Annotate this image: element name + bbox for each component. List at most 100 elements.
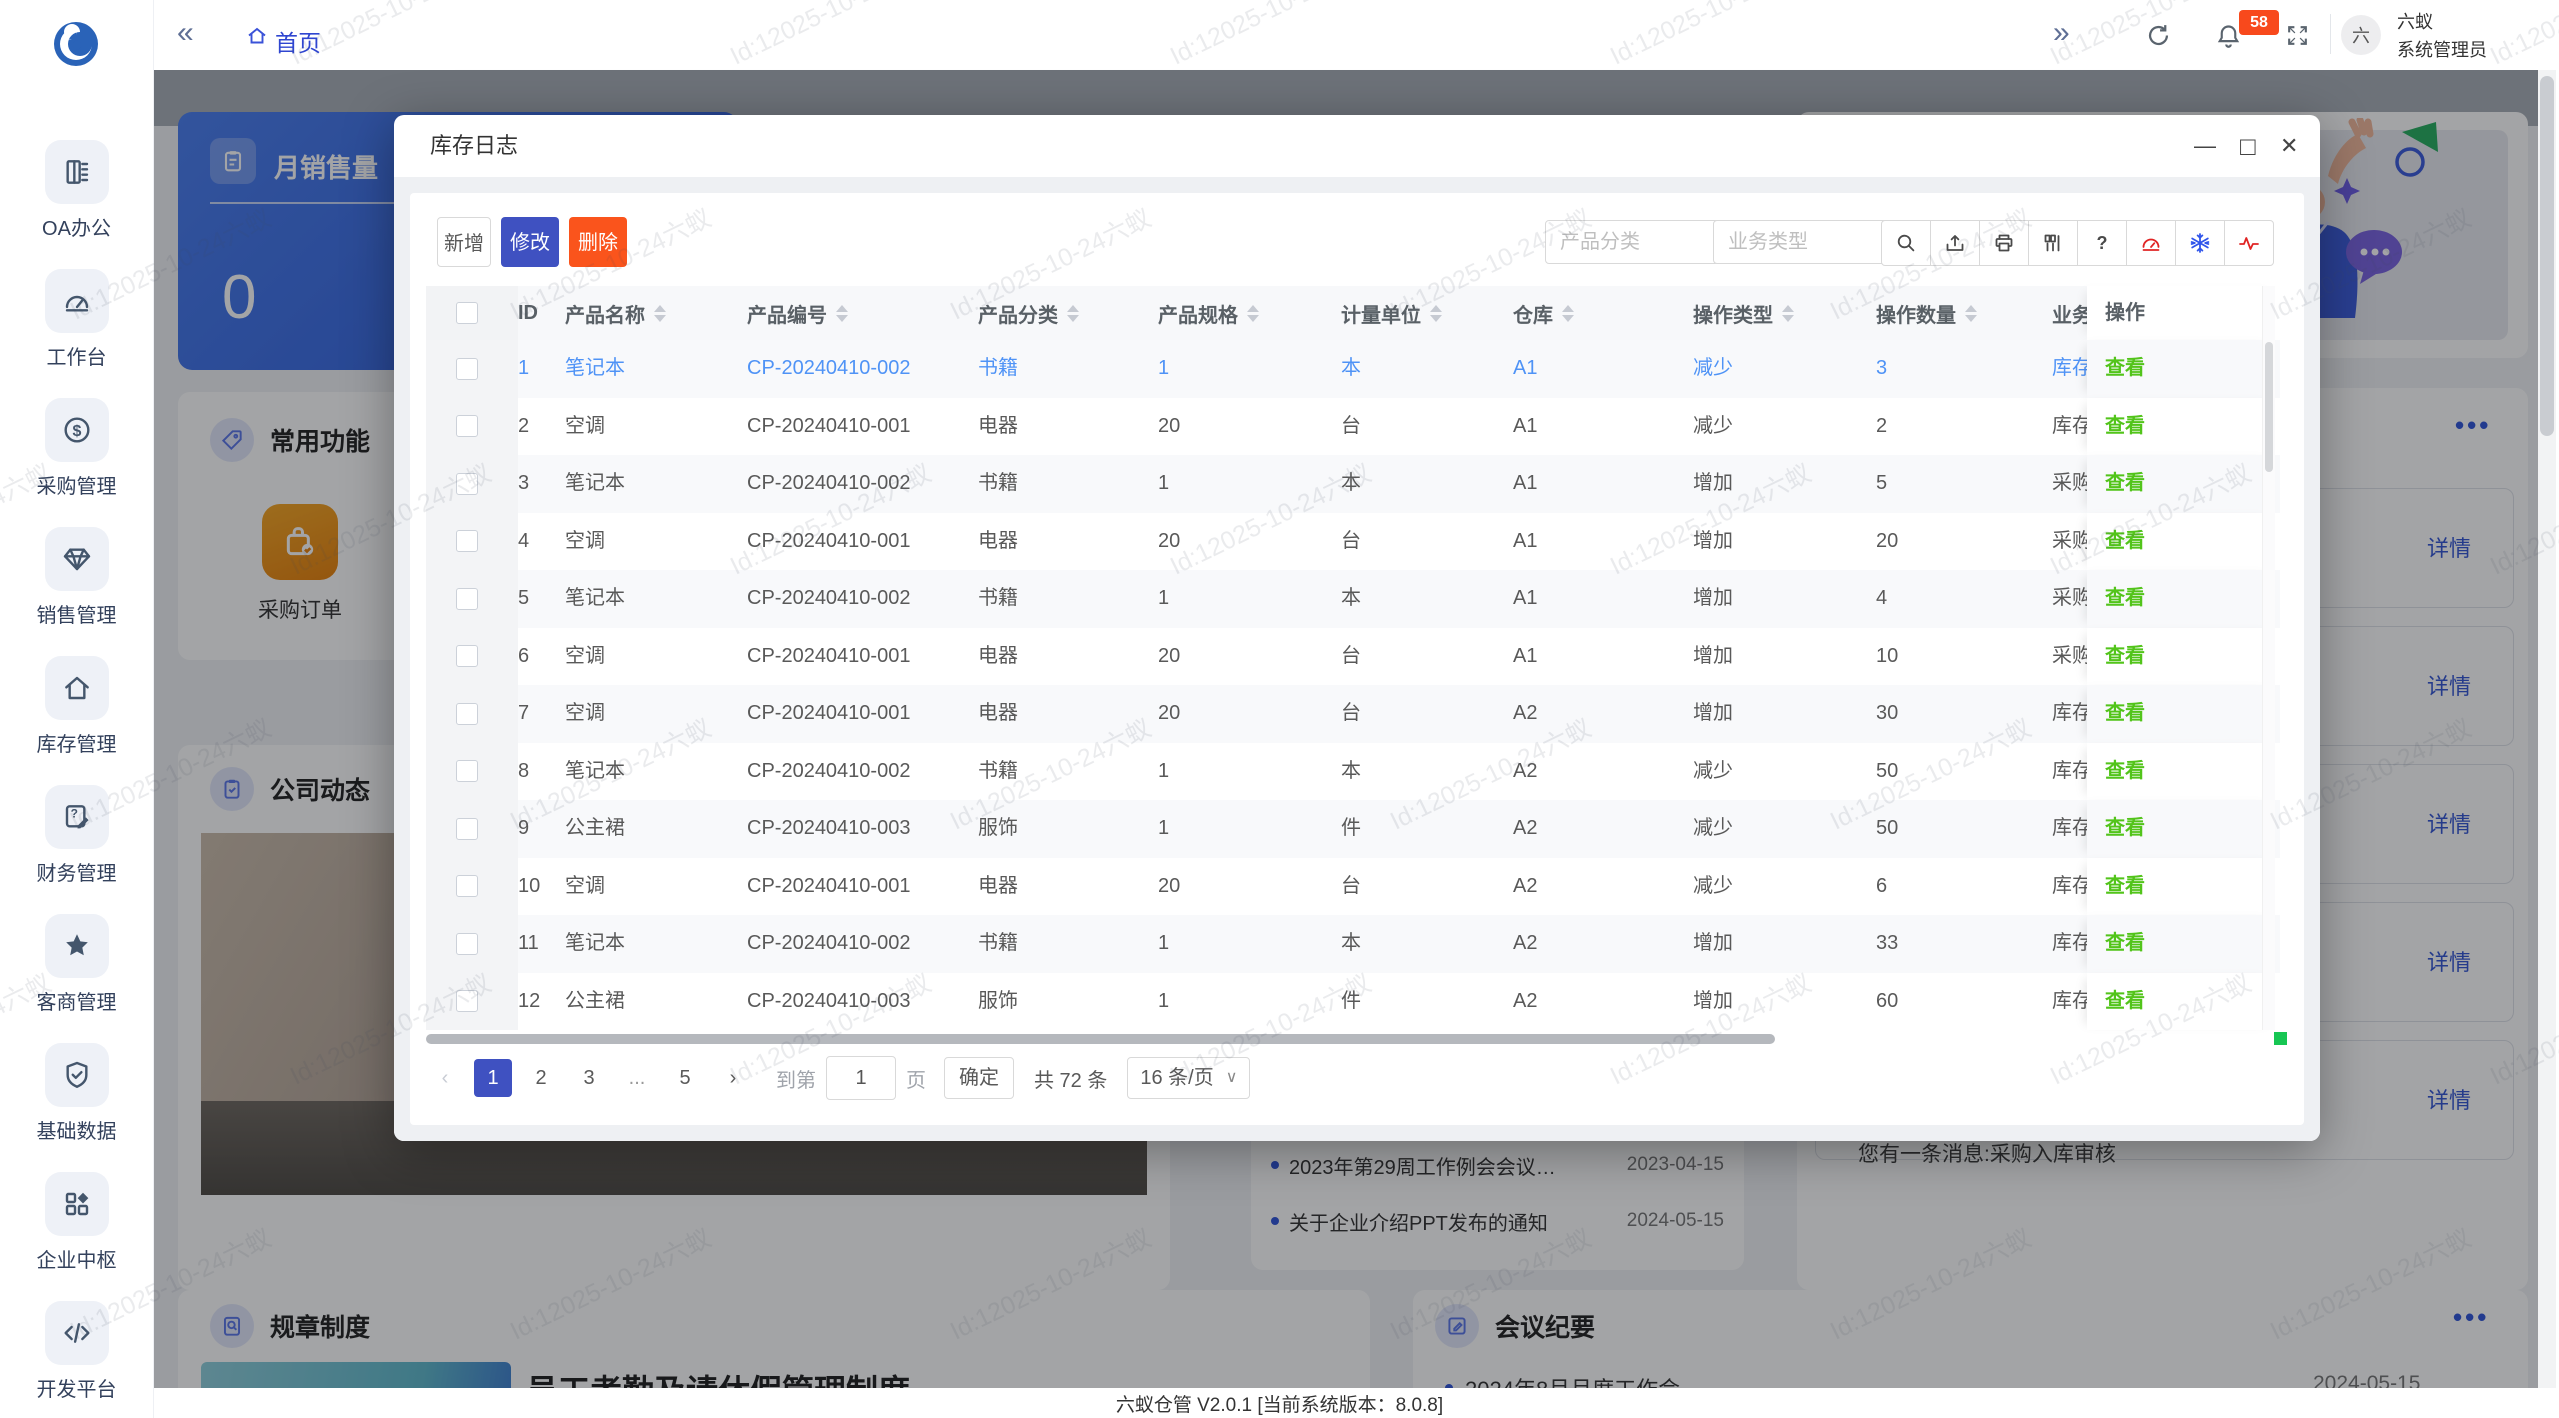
row-checkbox[interactable]: [456, 473, 478, 495]
delete-button[interactable]: 删除: [569, 217, 627, 267]
sidebar-item-9[interactable]: 企业中枢: [0, 1172, 153, 1273]
sidebar-item-8[interactable]: 基础数据: [0, 1043, 153, 1144]
row-checkbox[interactable]: [456, 645, 478, 667]
table-row[interactable]: 12公主裙CP-20240410-003服饰1件A2增加60库存查看: [426, 973, 2272, 1031]
row-checkbox[interactable]: [456, 875, 478, 897]
table-horizontal-scrollbar[interactable]: [426, 1034, 1775, 1044]
sidebar-item-7[interactable]: 客商管理: [0, 914, 153, 1015]
table-row[interactable]: 7空调CP-20240410-001电器20台A2增加30库存查看: [426, 685, 2272, 743]
view-link[interactable]: 查看: [2105, 645, 2145, 667]
row-checkbox[interactable]: [456, 703, 478, 725]
row-checkbox[interactable]: [456, 818, 478, 840]
goto-confirm-button[interactable]: 确定: [944, 1057, 1014, 1099]
table-vertical-scrollbar[interactable]: [2262, 286, 2275, 1030]
sort-icon[interactable]: [654, 305, 666, 322]
edit-button[interactable]: 修改: [501, 217, 559, 267]
pulse-icon[interactable]: [2225, 221, 2273, 265]
table-row[interactable]: 5笔记本CP-20240410-002书籍1本A1增加4采购查看: [426, 570, 2272, 628]
sidebar-collapse-icon[interactable]: «: [177, 16, 194, 50]
sort-icon[interactable]: [1430, 305, 1442, 322]
view-link[interactable]: 查看: [2105, 357, 2145, 379]
view-link[interactable]: 查看: [2105, 702, 2145, 724]
row-checkbox[interactable]: [456, 990, 478, 1012]
sidebar-item-4[interactable]: 销售管理: [0, 527, 153, 628]
sort-icon[interactable]: [836, 305, 848, 322]
app-logo[interactable]: [52, 20, 100, 68]
page-button-5[interactable]: 5: [666, 1059, 704, 1097]
add-button[interactable]: 新增: [437, 217, 491, 267]
sidebar-item-2[interactable]: 工作台: [0, 269, 153, 370]
page-button-1[interactable]: 1: [474, 1059, 512, 1097]
menu-expand-icon[interactable]: »: [2053, 16, 2070, 50]
view-link[interactable]: 查看: [2105, 472, 2145, 494]
sidebar-item-1[interactable]: OA办公: [0, 140, 153, 241]
refresh-icon[interactable]: [2145, 22, 2172, 49]
table-row[interactable]: 11笔记本CP-20240410-002书籍1本A2增加33库存查看: [426, 915, 2272, 973]
table-row[interactable]: 6空调CP-20240410-001电器20台A1增加10采购查看: [426, 628, 2272, 686]
view-link[interactable]: 查看: [2105, 990, 2145, 1012]
view-link[interactable]: 查看: [2105, 415, 2145, 437]
table-row[interactable]: 4空调CP-20240410-001电器20台A1增加20采购查看: [426, 513, 2272, 571]
column-header-8[interactable]: 操作类型: [1693, 286, 1876, 340]
sidebar-item-3[interactable]: $采购管理: [0, 398, 153, 499]
notification-bell-icon[interactable]: [2215, 22, 2242, 49]
search-icon[interactable]: [1882, 221, 1931, 265]
row-checkbox[interactable]: [456, 760, 478, 782]
freeze-icon[interactable]: [2176, 221, 2225, 265]
page-button-2[interactable]: 2: [522, 1059, 560, 1097]
table-row[interactable]: 1笔记本CP-20240410-002书籍1本A1减少3库存查看: [426, 340, 2272, 398]
table-row[interactable]: 2空调CP-20240410-001电器20台A1减少2库存查看: [426, 398, 2272, 456]
goto-page-input[interactable]: [826, 1056, 896, 1100]
table-row[interactable]: 9公主裙CP-20240410-003服饰1件A2减少50库存查看: [426, 800, 2272, 858]
table-row[interactable]: 10空调CP-20240410-001电器20台A2减少6库存查看: [426, 858, 2272, 916]
fullscreen-icon[interactable]: [2285, 23, 2310, 48]
select-all-checkbox[interactable]: [456, 302, 478, 324]
sort-icon[interactable]: [1965, 305, 1977, 322]
dashboard-icon[interactable]: [2127, 221, 2176, 265]
view-link[interactable]: 查看: [2105, 932, 2145, 954]
page-button-3[interactable]: 3: [570, 1059, 608, 1097]
page-size-select[interactable]: 16 条/页 ∨: [1127, 1057, 1250, 1099]
sidebar-item-6[interactable]: ?财务管理: [0, 785, 153, 886]
view-link[interactable]: 查看: [2105, 875, 2145, 897]
column-header-6[interactable]: 计量单位: [1341, 286, 1513, 340]
column-header-4[interactable]: 产品分类: [978, 286, 1158, 340]
print-icon[interactable]: [1980, 221, 2029, 265]
table-vertical-scrollbar-thumb[interactable]: [2265, 342, 2273, 472]
export-icon[interactable]: [1931, 221, 1980, 265]
breadcrumb-tab-home[interactable]: 首页: [275, 24, 321, 58]
maximize-icon[interactable]: □: [2240, 115, 2256, 177]
page-scrollbar[interactable]: [2538, 70, 2556, 1388]
product-category-filter-input[interactable]: [1545, 220, 1719, 264]
sort-icon[interactable]: [1782, 305, 1794, 322]
columns-icon[interactable]: [2029, 221, 2078, 265]
next-page-icon[interactable]: ›: [714, 1059, 752, 1097]
table-row[interactable]: 8笔记本CP-20240410-002书籍1本A2减少50库存查看: [426, 743, 2272, 801]
row-checkbox[interactable]: [456, 415, 478, 437]
prev-page-icon[interactable]: ‹: [426, 1059, 464, 1097]
column-header-7[interactable]: 仓库: [1513, 286, 1693, 340]
column-header-2[interactable]: 产品名称: [565, 286, 747, 340]
sidebar-item-10[interactable]: 开发平台: [0, 1301, 153, 1402]
column-header-5[interactable]: 产品规格: [1158, 286, 1341, 340]
close-icon[interactable]: ✕: [2280, 115, 2298, 177]
row-checkbox[interactable]: [456, 530, 478, 552]
column-header-3[interactable]: 产品编号: [747, 286, 978, 340]
sort-icon[interactable]: [1067, 305, 1079, 322]
sidebar-item-5[interactable]: 库存管理: [0, 656, 153, 757]
business-type-filter-input[interactable]: [1713, 220, 1887, 264]
view-link[interactable]: 查看: [2105, 817, 2145, 839]
sort-icon[interactable]: [1562, 305, 1574, 322]
row-checkbox[interactable]: [456, 933, 478, 955]
page-scrollbar-thumb[interactable]: [2540, 76, 2554, 436]
table-row[interactable]: 3笔记本CP-20240410-002书籍1本A1增加5采购查看: [426, 455, 2272, 513]
sort-icon[interactable]: [1247, 305, 1259, 322]
row-checkbox[interactable]: [456, 588, 478, 610]
view-link[interactable]: 查看: [2105, 530, 2145, 552]
minimize-icon[interactable]: —: [2194, 115, 2216, 177]
row-checkbox[interactable]: [456, 358, 478, 380]
column-header-9[interactable]: 操作数量: [1876, 286, 2052, 340]
view-link[interactable]: 查看: [2105, 760, 2145, 782]
avatar[interactable]: 六: [2341, 15, 2381, 55]
help-icon[interactable]: ?: [2078, 221, 2127, 265]
